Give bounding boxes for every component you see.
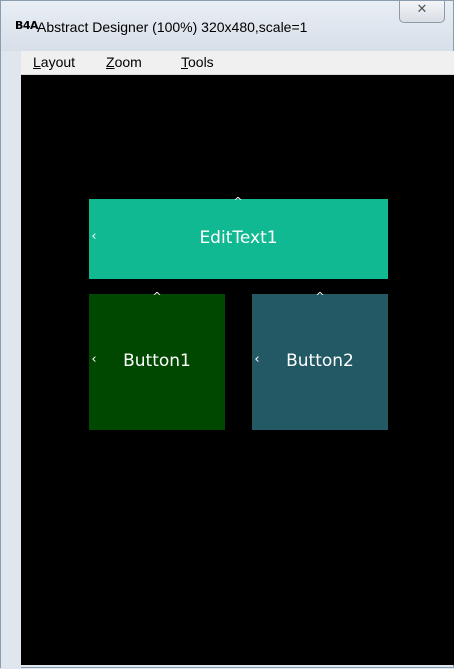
edittext1-view[interactable]: ^ ‹ EditText1 [89,195,388,279]
button2-label: Button2 [286,351,354,371]
title-bar[interactable]: B4A Abstract Designer (100%) 320x480,sca… [1,1,453,51]
button1-view[interactable]: ^ ‹ Button1 [89,290,225,430]
button2-top-handle-icon[interactable]: ^ [313,290,327,303]
menu-layout-rest: ayout [40,54,76,70]
designer-canvas[interactable]: ^ ‹ EditText1 ^ ‹ Button1 ^ ‹ Button2 [21,75,454,665]
edittext1-top-handle-icon[interactable]: ^ [231,195,245,208]
close-icon: ✕ [416,2,428,17]
menu-zoom-accel: Z [106,54,115,70]
close-button[interactable]: ✕ [399,1,445,23]
designer-window: B4A Abstract Designer (100%) 320x480,sca… [0,0,454,669]
menu-zoom-rest: oom [114,54,142,70]
window-title: Abstract Designer (100%) 320x480,scale=1 [37,19,308,35]
menu-zoom[interactable]: Zoom [106,54,142,70]
edittext1-label: EditText1 [199,228,278,248]
left-frame [1,51,21,669]
menu-bar: Layout Zoom Tools [21,51,454,75]
b4a-app-icon: B4A [15,19,39,32]
menu-tools-rest: ools [188,54,214,70]
menu-layout[interactable]: Layout [33,54,75,70]
menu-tools[interactable]: Tools [181,54,214,70]
button1-label: Button1 [123,351,191,371]
button1-top-handle-icon[interactable]: ^ [150,290,164,303]
menu-tools-accel: T [181,54,188,70]
button2-view[interactable]: ^ ‹ Button2 [252,290,388,430]
menu-layout-accel: L [33,54,41,70]
